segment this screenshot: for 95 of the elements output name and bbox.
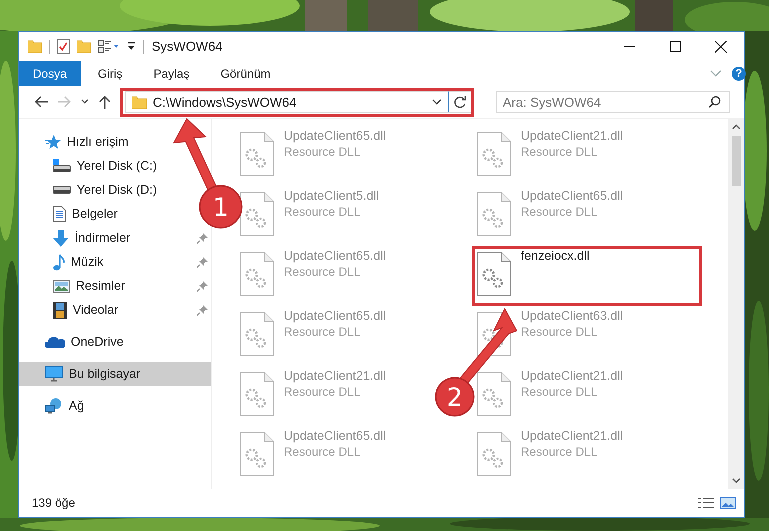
file-name: UpdateClient65.dll (284, 429, 386, 443)
ribbon-tab[interactable]: Görünüm (206, 61, 285, 86)
pin-icon[interactable] (197, 233, 208, 244)
music-note-icon (53, 254, 65, 270)
star-icon (45, 134, 61, 150)
nav-item[interactable]: İndirmeler (19, 226, 135, 250)
pin-icon[interactable] (197, 305, 208, 316)
cloud-icon (45, 336, 65, 348)
dll-file-icon (240, 132, 274, 176)
file-name: UpdateClient21.dll (284, 369, 386, 383)
nav-item[interactable]: Hızlı erişim (19, 130, 133, 154)
nav-item[interactable]: Yerel Disk (C:) (19, 154, 162, 178)
list-icon (698, 497, 714, 509)
caret-icon[interactable] (127, 42, 136, 51)
window-title: SysWOW64 (152, 39, 223, 54)
file-type: Resource DLL (284, 385, 362, 399)
film-icon (53, 302, 67, 318)
item-count: 139 öğe (32, 496, 76, 510)
minimize-icon (624, 46, 634, 48)
dll-file-icon (240, 432, 274, 476)
file-type: Resource DLL (284, 265, 362, 279)
file-name: UpdateClient65.dll (521, 189, 624, 203)
view-list-icon[interactable] (98, 40, 120, 54)
ribbon-tab[interactable]: Dosya (19, 61, 82, 86)
file-name: UpdateClient65.dll (284, 249, 386, 263)
folder-icon (132, 96, 147, 108)
ribbon-tab[interactable]: Giriş (84, 61, 137, 86)
address-field[interactable]: C:\Windows\SysWOW64 (125, 91, 448, 113)
file-name: UpdateClient21.dll (521, 369, 624, 383)
scrollbar[interactable] (728, 119, 744, 489)
drive-icon (53, 159, 71, 173)
nav-item[interactable]: Bu bilgisayar (19, 362, 211, 386)
dll-file-icon (240, 192, 274, 236)
right-arrow-icon (58, 96, 72, 108)
scrollbar-thumb[interactable] (732, 136, 740, 186)
refresh-icon (454, 96, 466, 108)
network-icon (45, 398, 63, 414)
dll-file-icon (477, 432, 511, 476)
dll-file-icon (240, 252, 274, 296)
file-name: UpdateClient21.dll (521, 129, 624, 143)
nav-item[interactable]: Resimler (19, 274, 130, 298)
nav-item[interactable]: Ağ (19, 394, 88, 418)
file-type: Resource DLL (521, 445, 599, 459)
file-type: Resource DLL (284, 445, 362, 459)
nav-item[interactable]: Videolar (19, 298, 123, 322)
close-icon (715, 40, 727, 52)
refresh-button[interactable] (448, 91, 472, 113)
nav-item[interactable]: OneDrive (19, 330, 128, 354)
dll-file-icon (240, 312, 274, 356)
download-arrow-icon (53, 230, 69, 246)
drive-icon (53, 186, 71, 194)
left-arrow-icon (34, 96, 48, 108)
nav-item[interactable]: Müzik (19, 250, 108, 274)
dll-file-icon (477, 372, 511, 416)
file-name: UpdateClient5.dll (284, 189, 380, 203)
dll-file-icon (240, 372, 274, 416)
file-name: UpdateClient65.dll (284, 309, 386, 323)
maximize-icon (670, 41, 680, 52)
large-icons-view-button[interactable] (720, 497, 736, 509)
dropdown-caret-icon[interactable] (432, 98, 442, 106)
file-type: Resource DLL (521, 385, 599, 399)
up-arrow-icon (99, 95, 111, 109)
pin-icon[interactable] (197, 281, 208, 292)
file-item[interactable]: fenzeiocx.dll (477, 249, 590, 296)
properties-icon[interactable] (57, 39, 70, 54)
step-badge: 2 (435, 377, 475, 417)
file-type: Resource DLL (521, 145, 599, 159)
file-name: fenzeiocx.dll (521, 249, 590, 263)
file-name: UpdateClient63.dll (521, 309, 624, 323)
file-name: UpdateClient21.dll (521, 429, 624, 443)
document-icon (53, 206, 66, 222)
scroll-up-icon[interactable] (732, 124, 740, 130)
dll-file-icon (477, 252, 511, 296)
step-badge: 1 (199, 185, 243, 229)
image-icon (720, 497, 736, 509)
scroll-down-icon[interactable] (732, 478, 740, 484)
file-name: UpdateClient65.dll (284, 129, 386, 143)
nav-item[interactable]: Belgeler (19, 202, 122, 226)
caret-icon (81, 99, 89, 105)
file-type: Resource DLL (284, 145, 362, 159)
image-icon (53, 280, 70, 292)
monitor-icon (45, 366, 63, 382)
dll-file-icon (477, 132, 511, 176)
ribbon-tab[interactable]: Paylaş (140, 61, 204, 86)
details-view-button[interactable] (698, 497, 714, 509)
file-type: Resource DLL (521, 205, 599, 219)
dll-file-icon (477, 192, 511, 236)
file-type: Resource DLL (521, 325, 599, 339)
search-field[interactable]: Ara: SysWOW64 (496, 91, 730, 113)
search-icon[interactable] (709, 96, 721, 108)
pin-icon[interactable] (197, 257, 208, 268)
file-type: Resource DLL (284, 205, 362, 219)
file-type: Resource DLL (284, 325, 362, 339)
help-button[interactable]: ? (732, 66, 746, 80)
nav-item[interactable]: Yerel Disk (D:) (19, 178, 162, 202)
